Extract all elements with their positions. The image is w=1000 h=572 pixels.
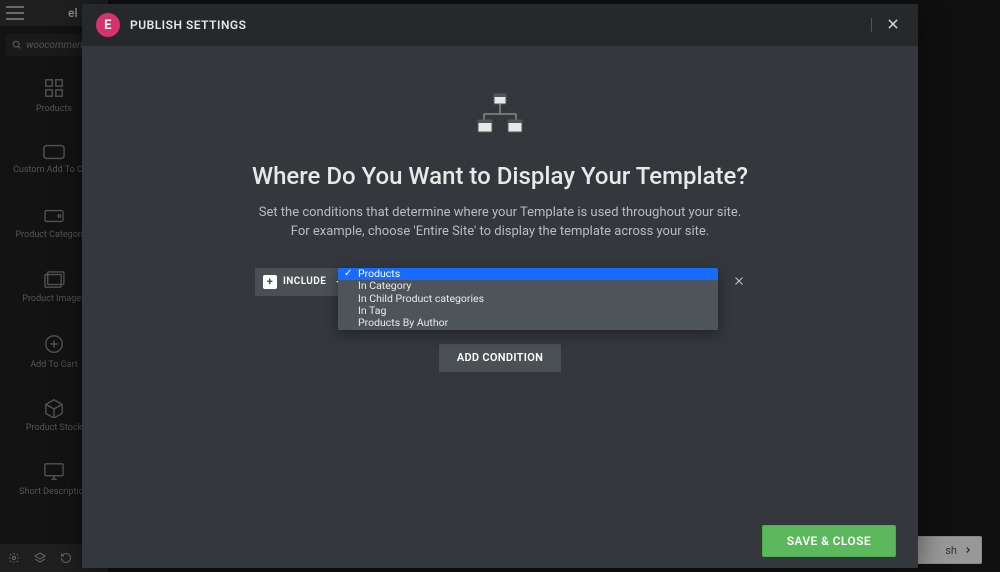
include-label: INCLUDE (283, 276, 326, 287)
save-close-button[interactable]: SAVE & CLOSE (762, 525, 896, 557)
header-divider (871, 18, 872, 32)
close-icon (733, 275, 745, 287)
dropdown-option-in-category[interactable]: In Category (338, 280, 718, 292)
dropdown-option-in-child-categories[interactable]: In Child Product categories (338, 292, 718, 304)
condition-category-dropdown[interactable]: Products In Category In Child Product ca… (338, 268, 718, 330)
plus-icon: + (263, 275, 277, 289)
dropdown-option-in-tag[interactable]: In Tag (338, 305, 718, 317)
modal-body: Where Do You Want to Display Your Templa… (82, 46, 918, 514)
include-toggle[interactable]: + INCLUDE (255, 268, 350, 296)
remove-condition-button[interactable] (717, 268, 745, 296)
elementor-logo-icon: E (96, 13, 120, 37)
condition-row: + INCLUDE Products In Category In Child … (255, 268, 745, 296)
add-condition-button[interactable]: ADD CONDITION (439, 344, 561, 372)
desc-line-1: Set the conditions that determine where … (259, 205, 742, 220)
dropdown-option-by-author[interactable]: Products By Author (338, 317, 718, 329)
modal-footer: SAVE & CLOSE (82, 514, 918, 568)
desc-line-2: For example, choose 'Entire Site' to dis… (291, 224, 709, 239)
modal-description: Set the conditions that determine where … (259, 204, 742, 242)
close-button[interactable] (882, 13, 904, 38)
modal-title: PUBLISH SETTINGS (130, 18, 246, 32)
publish-settings-modal: E PUBLISH SETTINGS (82, 4, 918, 568)
close-icon (886, 17, 900, 31)
modal-overlay: E PUBLISH SETTINGS (0, 0, 1000, 572)
conditions-illustration-icon (476, 92, 524, 140)
dropdown-option-products[interactable]: Products (338, 268, 718, 280)
modal-header: E PUBLISH SETTINGS (82, 4, 918, 46)
modal-heading: Where Do You Want to Display Your Templa… (252, 162, 748, 190)
